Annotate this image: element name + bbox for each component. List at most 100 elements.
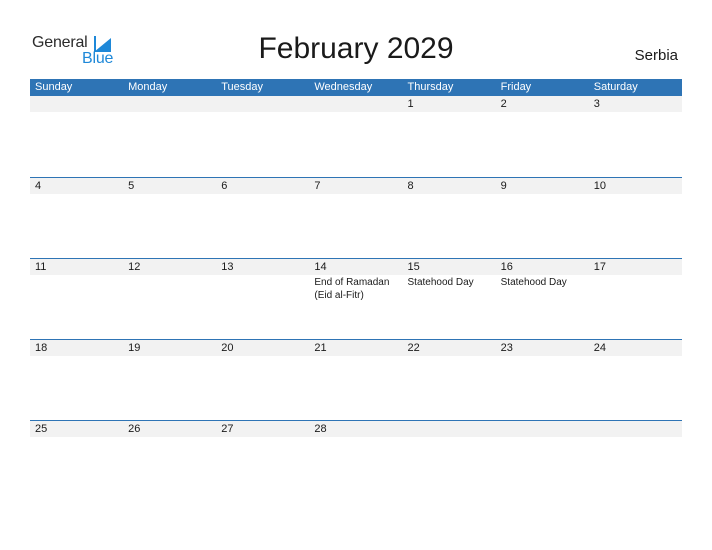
- week-row: 18 19 20 21 22 23 24: [30, 339, 682, 420]
- event-cell: [30, 194, 123, 195]
- date-strip: 1 2 3: [30, 96, 682, 112]
- date-number: 17: [593, 261, 606, 273]
- event-cell: [123, 275, 216, 302]
- holiday-event: Statehood Day: [500, 277, 567, 288]
- event-cell: [30, 112, 123, 113]
- event-cell: [123, 194, 216, 195]
- event-cell: [123, 437, 216, 438]
- event-cell: [589, 356, 682, 357]
- day-cell: 8: [403, 178, 496, 194]
- events-row: End of Ramadan (Eid al-Fitr) Statehood Da…: [30, 275, 682, 302]
- weekday-sunday: Sunday: [35, 81, 73, 93]
- day-cell: [123, 96, 216, 112]
- event-cell: [216, 112, 309, 113]
- event-cell: [216, 437, 309, 438]
- date-number: 11: [35, 261, 47, 273]
- events-row: [30, 112, 682, 113]
- week-row: 11 12 13 14 15 16 17 End of Ramadan (Eid al-Fit…: [30, 258, 682, 339]
- calendar-grid: Sunday Monday Tuesday Wednesday Thursday…: [30, 79, 682, 501]
- date-number: 7: [314, 180, 321, 192]
- date-number: 22: [407, 342, 420, 354]
- weekday-header: Sunday Monday Tuesday Wednesday Thursday…: [30, 79, 682, 96]
- day-cell: [216, 96, 309, 112]
- week-row: 1 2 3: [30, 96, 682, 177]
- day-cell: 28: [309, 421, 402, 437]
- day-cell: 18: [30, 340, 123, 356]
- day-cell: 7: [309, 178, 402, 194]
- weekday-friday: Friday: [500, 81, 532, 93]
- event-cell: [496, 112, 589, 113]
- day-cell: [30, 96, 123, 112]
- day-cell: 5: [123, 178, 216, 194]
- events-row: [30, 437, 682, 438]
- event-cell: [496, 194, 589, 195]
- day-cell: 3: [589, 96, 682, 112]
- day-cell: 14: [309, 259, 402, 275]
- day-cell: 11: [30, 259, 123, 275]
- day-cell: 4: [30, 178, 123, 194]
- date-number: 25: [35, 423, 48, 435]
- calendar-title: February 2029: [258, 32, 454, 65]
- date-number: 27: [221, 423, 234, 435]
- day-cell: [589, 421, 682, 437]
- event-cell: [496, 356, 589, 357]
- date-number: 23: [500, 342, 513, 354]
- day-cell: [403, 421, 496, 437]
- date-number: 2: [500, 98, 507, 110]
- date-number: 5: [128, 180, 135, 192]
- events-row: [30, 194, 682, 195]
- day-cell: 12: [123, 259, 216, 275]
- weekday-monday: Monday: [128, 81, 168, 93]
- day-cell: 19: [123, 340, 216, 356]
- date-number: 12: [128, 261, 141, 273]
- holiday-event: End of Ramadan (Eid al-Fitr): [314, 277, 390, 301]
- date-number: 4: [35, 180, 42, 192]
- event-cell: [403, 356, 496, 357]
- weekday-thursday: Thursday: [407, 81, 454, 93]
- event-cell: [216, 275, 309, 302]
- weekday-wednesday: Wednesday: [314, 81, 373, 93]
- day-cell: 17: [589, 259, 682, 275]
- event-cell: [496, 437, 589, 438]
- event-cell: [123, 356, 216, 357]
- date-number: 19: [128, 342, 141, 354]
- day-cell: 9: [496, 178, 589, 194]
- day-cell: 26: [123, 421, 216, 437]
- event-cell: [589, 112, 682, 113]
- date-number: 16: [500, 261, 513, 273]
- day-cell: 6: [216, 178, 309, 194]
- date-number: 24: [593, 342, 606, 354]
- date-number: 6: [221, 180, 228, 192]
- week-row: 25 26 27 28: [30, 420, 682, 501]
- date-number: 21: [314, 342, 327, 354]
- event-cell: [309, 112, 402, 113]
- date-strip: 18 19 20 21 22 23 24: [30, 340, 682, 356]
- event-cell: [309, 437, 402, 438]
- event-cell: [30, 275, 123, 302]
- date-number: 14: [314, 261, 327, 273]
- date-strip: 11 12 13 14 15 16 17: [30, 259, 682, 275]
- day-cell: 21: [309, 340, 402, 356]
- event-cell: [589, 437, 682, 438]
- day-cell: 10: [589, 178, 682, 194]
- day-cell: 20: [216, 340, 309, 356]
- date-number: 3: [593, 98, 600, 110]
- date-number: 20: [221, 342, 234, 354]
- day-cell: 13: [216, 259, 309, 275]
- day-cell: 24: [589, 340, 682, 356]
- day-cell: 15: [403, 259, 496, 275]
- event-cell: [589, 275, 682, 302]
- date-number: 15: [407, 261, 420, 273]
- date-strip: 25 26 27 28: [30, 421, 682, 437]
- event-cell: Statehood Day: [496, 275, 589, 302]
- day-cell: 25: [30, 421, 123, 437]
- date-number: 13: [221, 261, 234, 273]
- event-cell: [309, 356, 402, 357]
- event-cell: [30, 356, 123, 357]
- day-cell: [496, 421, 589, 437]
- date-number: 9: [500, 180, 507, 192]
- date-number: 8: [407, 180, 414, 192]
- day-cell: [309, 96, 402, 112]
- event-cell: [403, 437, 496, 438]
- events-row: [30, 356, 682, 357]
